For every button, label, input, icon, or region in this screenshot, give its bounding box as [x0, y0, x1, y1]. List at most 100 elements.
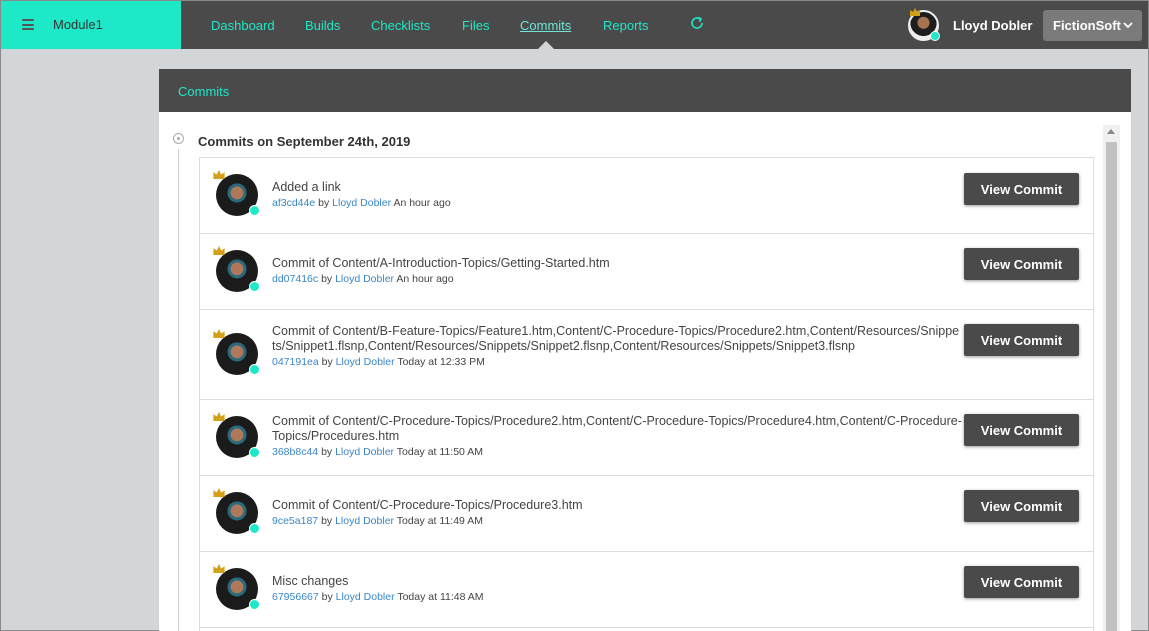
commit-author-link[interactable]: Lloyd Dobler	[335, 446, 394, 458]
timeline-line	[178, 149, 179, 631]
scroll-up-arrow-icon[interactable]	[1107, 129, 1115, 134]
view-commit-button[interactable]: View Commit	[964, 566, 1079, 598]
day-heading: Commits on September 24th, 2019	[198, 134, 411, 149]
commit-hash-link[interactable]: af3cd44e	[272, 197, 315, 209]
refresh-icon[interactable]	[689, 15, 705, 31]
commit-time: Today at 11:48 AM	[397, 591, 484, 603]
crown-icon	[213, 246, 225, 255]
commit-hash-link[interactable]: dd07416c	[272, 273, 318, 285]
commit-message: Commit of Content/C-Procedure-Topics/Pro…	[272, 498, 583, 512]
nav-builds[interactable]: Builds	[305, 18, 340, 33]
online-status-icon	[249, 281, 260, 292]
view-commit-button[interactable]: View Commit	[964, 173, 1079, 205]
commit-time: Today at 11:50 AM	[396, 446, 483, 458]
online-status-icon	[249, 523, 260, 534]
commit-message: Commit of Content/A-Introduction-Topics/…	[272, 256, 610, 270]
crown-icon	[213, 329, 225, 338]
crown-icon	[910, 8, 920, 16]
commit-avatar[interactable]	[213, 564, 260, 610]
commit-meta: 9ce5a187 by Lloyd Dobler Today at 11:49 …	[272, 515, 962, 527]
view-commit-button[interactable]: View Commit	[964, 490, 1079, 522]
crown-icon	[213, 488, 225, 497]
crown-icon	[213, 170, 225, 179]
commit-text: Added a link af3cd44e by Lloyd Dobler An…	[272, 180, 962, 209]
commit-message: Added a link	[272, 180, 341, 194]
commit-author-link[interactable]: Lloyd Dobler	[332, 197, 391, 209]
commit-by: by	[321, 515, 333, 527]
commit-time: Today at 11:49 AM	[396, 515, 483, 527]
user-name[interactable]: Lloyd Dobler	[953, 18, 1032, 33]
nav-checklists[interactable]: Checklists	[371, 18, 430, 33]
timeline-dot-icon	[173, 133, 184, 144]
online-status-icon	[249, 599, 260, 610]
commit-text: Commit of Content/C-Procedure-Topics/Pro…	[272, 498, 962, 527]
commit-row: Commit of Content/C-Procedure-Topics/Pro…	[200, 400, 1093, 476]
hamburger-menu-icon[interactable]	[22, 19, 34, 30]
commit-author-link[interactable]: Lloyd Dobler	[336, 356, 395, 368]
commit-avatar[interactable]	[213, 329, 260, 375]
top-bar: Module1 Dashboard Builds Checklists File…	[1, 1, 1148, 49]
company-name: FictionSoft	[1053, 18, 1121, 33]
commit-list: Added a link af3cd44e by Lloyd Dobler An…	[199, 157, 1094, 631]
online-status-icon	[930, 31, 940, 41]
commit-hash-link[interactable]: 368b8c44	[272, 446, 318, 458]
module-title: Module1	[53, 17, 103, 32]
commit-hash-link[interactable]: 047191ea	[272, 356, 319, 368]
commit-author-link[interactable]: Lloyd Dobler	[335, 273, 394, 285]
active-nav-caret	[538, 41, 554, 49]
module-header: Module1	[1, 1, 181, 49]
user-avatar[interactable]	[908, 8, 940, 41]
online-status-icon	[249, 364, 260, 375]
view-commit-button[interactable]: View Commit	[964, 248, 1079, 280]
commit-text: Misc changes 67956667 by Lloyd Dobler To…	[272, 574, 962, 603]
commit-avatar[interactable]	[213, 246, 260, 292]
nav-reports[interactable]: Reports	[603, 18, 649, 33]
commit-avatar[interactable]	[213, 170, 260, 216]
commit-text: Commit of Content/A-Introduction-Topics/…	[272, 256, 962, 285]
commit-by: by	[321, 356, 333, 368]
commit-text: Commit of Content/C-Procedure-Topics/Pro…	[272, 414, 962, 458]
commit-row: Commit of Content/B-Feature-Topics/Featu…	[200, 310, 1093, 400]
commit-meta: 047191ea by Lloyd Dobler Today at 12:33 …	[272, 356, 962, 368]
commit-hash-link[interactable]: 67956667	[272, 591, 319, 603]
commit-avatar[interactable]	[213, 412, 260, 458]
crown-icon	[213, 412, 225, 421]
commit-row: Added a link af3cd44e by Lloyd Dobler An…	[200, 158, 1093, 234]
nav-dashboard[interactable]: Dashboard	[211, 18, 275, 33]
scroll-thumb[interactable]	[1106, 142, 1117, 631]
commit-row: Misc changes 67956667 by Lloyd Dobler To…	[200, 552, 1093, 628]
commit-avatar[interactable]	[213, 488, 260, 534]
commit-meta: 67956667 by Lloyd Dobler Today at 11:48 …	[272, 591, 962, 603]
commit-time: An hour ago	[396, 273, 454, 285]
commit-message: Commit of Content/B-Feature-Topics/Featu…	[272, 324, 960, 353]
commit-time: An hour ago	[393, 197, 451, 209]
commit-row: Commit of Content/C-Procedure-Topics/Pro…	[200, 476, 1093, 552]
commit-message: Commit of Content/C-Procedure-Topics/Pro…	[272, 414, 962, 443]
commits-panel: Commits Commits on September 24th, 2019 …	[159, 69, 1131, 631]
chevron-down-icon	[1123, 22, 1133, 29]
view-commit-button[interactable]: View Commit	[964, 324, 1079, 356]
nav-commits[interactable]: Commits	[520, 18, 571, 33]
nav-files[interactable]: Files	[462, 18, 489, 33]
commit-message: Misc changes	[272, 574, 349, 588]
crown-icon	[213, 564, 225, 573]
panel-title: Commits	[159, 69, 1131, 112]
commit-by: by	[321, 591, 333, 603]
commit-hash-link[interactable]: 9ce5a187	[272, 515, 318, 527]
scrollbar[interactable]	[1103, 125, 1120, 631]
commit-meta: 368b8c44 by Lloyd Dobler Today at 11:50 …	[272, 446, 962, 458]
commit-meta: af3cd44e by Lloyd Dobler An hour ago	[272, 197, 962, 209]
commit-by: by	[318, 197, 330, 209]
online-status-icon	[249, 205, 260, 216]
commit-author-link[interactable]: Lloyd Dobler	[336, 591, 395, 603]
company-dropdown[interactable]: FictionSoft	[1043, 10, 1142, 41]
commit-meta: dd07416c by Lloyd Dobler An hour ago	[272, 273, 962, 285]
online-status-icon	[249, 447, 260, 458]
commit-by: by	[321, 446, 333, 458]
commit-time: Today at 12:33 PM	[397, 356, 485, 368]
commit-author-link[interactable]: Lloyd Dobler	[335, 515, 394, 527]
commit-row: Commit of Content/A-Introduction-Topics/…	[200, 234, 1093, 310]
commit-text: Commit of Content/B-Feature-Topics/Featu…	[272, 324, 962, 368]
view-commit-button[interactable]: View Commit	[964, 414, 1079, 446]
commit-by: by	[321, 273, 333, 285]
